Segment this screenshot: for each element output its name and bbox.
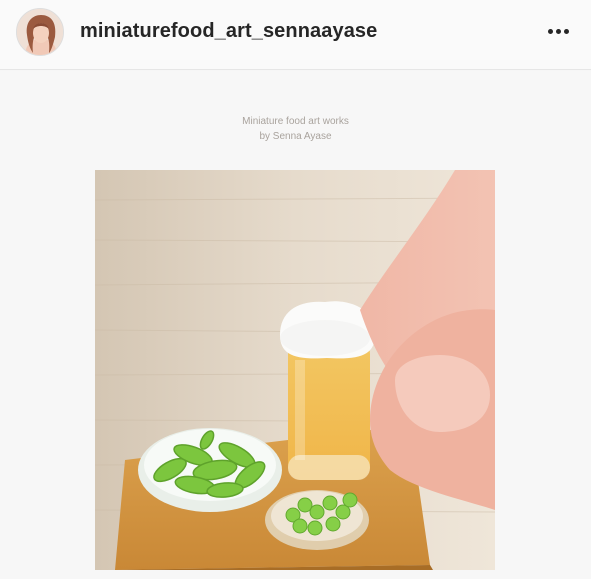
avatar[interactable] [16,8,64,56]
username[interactable]: miniaturefood_art_sennaayase [80,20,377,43]
post-photo[interactable] [95,170,495,570]
dot [555,28,561,34]
dot [563,28,569,34]
miniature-food-photo [95,170,495,570]
dot [547,28,553,34]
more-options-icon[interactable] [543,18,573,44]
caption-line-1: Miniature food art works [242,116,349,127]
post-header: miniaturefood_art_sennaayase [0,0,591,70]
caption-line-2: by Senna Ayase [259,131,332,142]
avatar-image [17,9,63,55]
